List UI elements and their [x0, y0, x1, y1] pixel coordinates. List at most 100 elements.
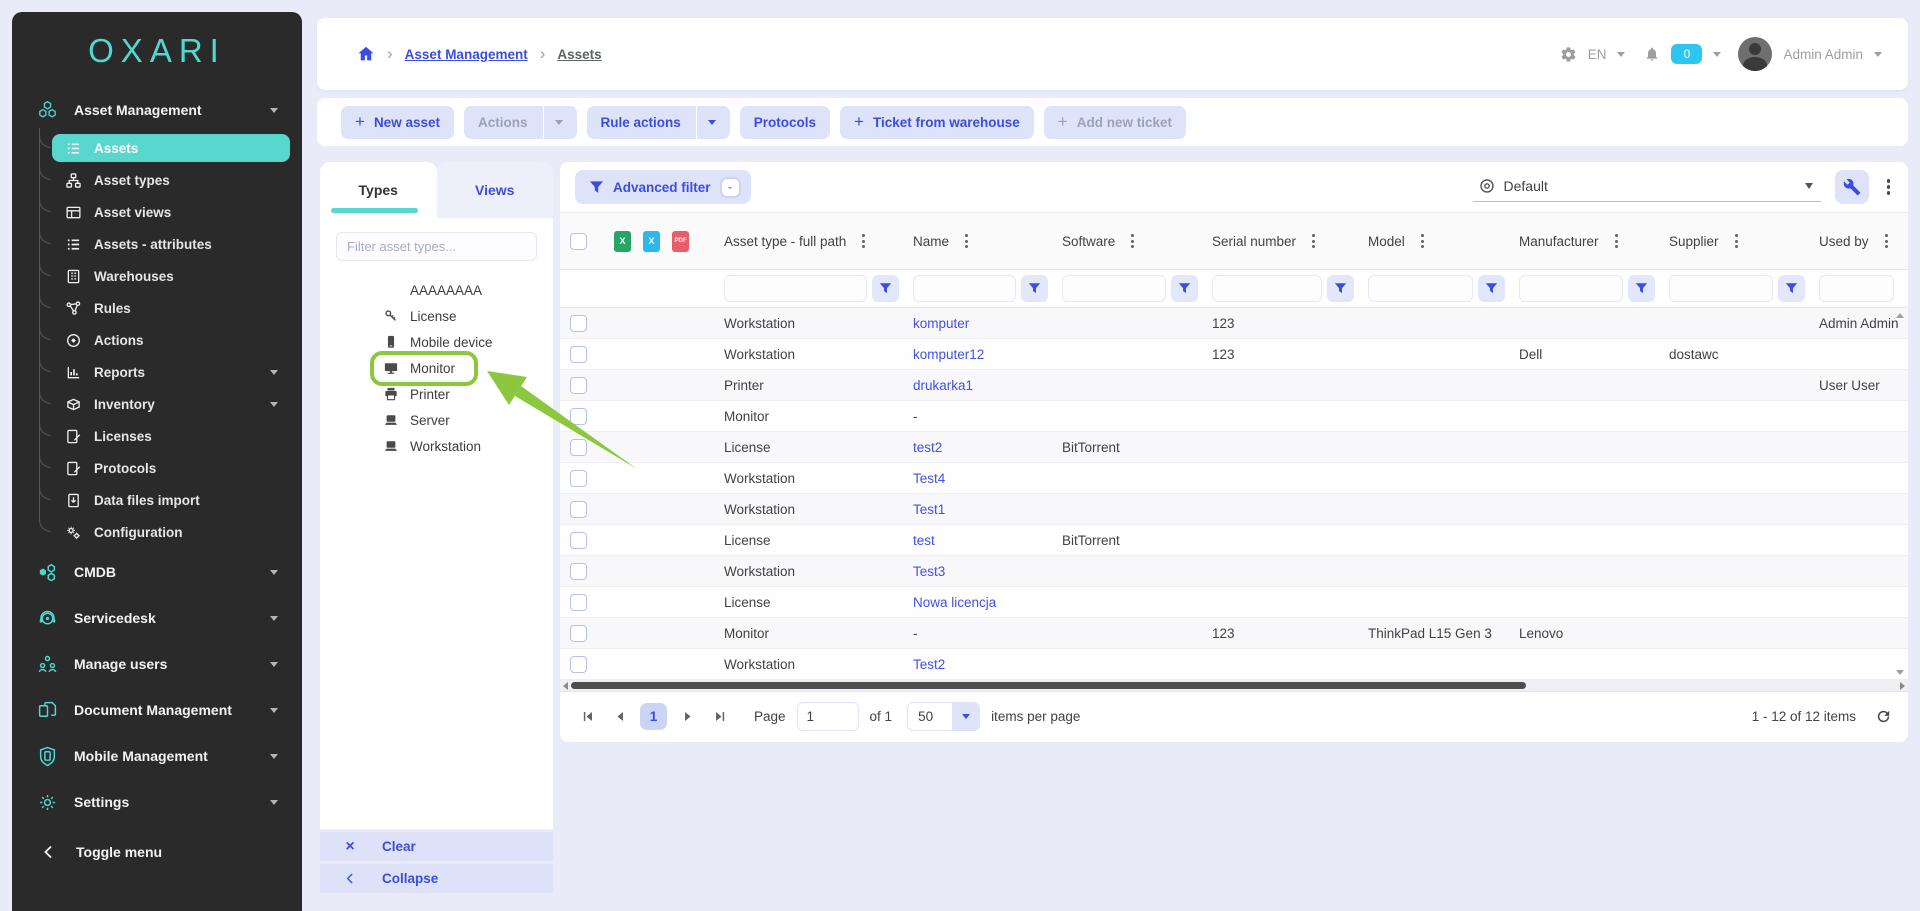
sidebar-item-protocols[interactable]: Protocols	[52, 454, 290, 482]
sidebar-item-configuration[interactable]: Configuration	[52, 518, 290, 546]
breadcrumb-asset-management[interactable]: Asset Management	[405, 47, 528, 62]
column-menu-icon[interactable]	[1417, 230, 1428, 252]
toolbar-button-protocols[interactable]: Protocols	[740, 106, 830, 139]
page-number-input[interactable]	[797, 702, 859, 731]
notifications-bell-icon[interactable]	[1644, 46, 1660, 62]
filter-asset-types-input[interactable]	[336, 232, 537, 261]
sidebar-section-settings[interactable]: Settings	[20, 782, 294, 822]
asset-type-workstation[interactable]: Workstation	[336, 433, 537, 459]
view-selector-dropdown[interactable]: Default	[1473, 173, 1821, 202]
next-page-button[interactable]	[674, 703, 700, 729]
toggle-menu-button[interactable]: Toggle menu	[20, 832, 294, 872]
column-menu-icon[interactable]	[961, 230, 972, 252]
vertical-scrollbar[interactable]	[1895, 313, 1905, 675]
grid-settings-wrench-button[interactable]	[1835, 170, 1869, 204]
column-header-supplier[interactable]: Supplier	[1669, 213, 1819, 269]
user-name[interactable]: Admin Admin	[1783, 47, 1863, 62]
chevron-down-icon[interactable]	[1617, 52, 1625, 57]
advanced-filter-button[interactable]: Advanced filter -	[575, 170, 751, 204]
filter-input-serial-number[interactable]	[1212, 275, 1322, 302]
filter-button-manufacturer[interactable]	[1628, 275, 1655, 302]
settings-gear-icon[interactable]	[1560, 46, 1577, 63]
sidebar-item-reports[interactable]: Reports	[52, 358, 290, 386]
table-row[interactable]: WorkstationTest1	[560, 494, 1908, 525]
scroll-right-arrow[interactable]	[1900, 682, 1905, 690]
filter-input-manufacturer[interactable]	[1519, 275, 1623, 302]
excel-export-icon[interactable]: X	[614, 231, 631, 252]
table-row[interactable]: Monitor-	[560, 401, 1908, 432]
first-page-button[interactable]	[574, 703, 600, 729]
pdf-export-icon[interactable]: PDF	[672, 231, 689, 252]
sidebar-section-mobile-management[interactable]: Mobile Management	[20, 736, 294, 776]
row-checkbox[interactable]	[570, 625, 587, 642]
row-checkbox[interactable]	[570, 346, 587, 363]
chevron-down-icon[interactable]	[1713, 52, 1721, 57]
filter-input-software[interactable]	[1062, 275, 1166, 302]
page-size-select[interactable]: 50	[907, 702, 980, 731]
asset-name-link[interactable]: Test4	[913, 471, 945, 486]
column-menu-icon[interactable]	[1308, 230, 1319, 252]
toolbar-button-actions[interactable]: Actions	[464, 106, 577, 139]
table-row[interactable]: Workstationkomputer123Admin Admin	[560, 308, 1908, 339]
clear-button[interactable]: × Clear	[320, 832, 553, 861]
scroll-left-arrow[interactable]	[563, 682, 568, 690]
prev-page-button[interactable]	[607, 703, 633, 729]
filter-input-supplier[interactable]	[1669, 275, 1773, 302]
row-checkbox[interactable]	[570, 532, 587, 549]
sidebar-item-warehouses[interactable]: Warehouses	[52, 262, 290, 290]
filter-button-model[interactable]	[1478, 275, 1505, 302]
row-checkbox[interactable]	[570, 439, 587, 456]
table-row[interactable]: LicenseNowa licencja	[560, 587, 1908, 618]
table-row[interactable]: Printerdrukarka1User User	[560, 370, 1908, 401]
asset-type-monitor[interactable]: Monitor	[336, 355, 537, 381]
page-1-button[interactable]: 1	[640, 703, 667, 730]
toolbar-button-ticket-from-warehouse[interactable]: + Ticket from warehouse	[840, 106, 1034, 139]
sidebar-section-document-management[interactable]: Document Management	[20, 690, 294, 730]
user-avatar[interactable]	[1738, 37, 1772, 71]
grid-menu-kebab-icon[interactable]	[1883, 175, 1895, 199]
table-row[interactable]: Workstationkomputer12123Delldostawc	[560, 339, 1908, 370]
sidebar-section-asset-management[interactable]: Asset Management	[20, 90, 294, 130]
excel-alt-export-icon[interactable]: X	[643, 231, 660, 252]
sidebar-item-asset-types[interactable]: Asset types	[52, 166, 290, 194]
filter-button-name[interactable]	[1021, 275, 1048, 302]
sidebar-section-servicedesk[interactable]: Servicedesk	[20, 598, 294, 638]
row-checkbox[interactable]	[570, 408, 587, 425]
scroll-down-arrow[interactable]	[1896, 670, 1904, 675]
table-row[interactable]: LicensetestBitTorrent	[560, 525, 1908, 556]
tab-types[interactable]: Types	[320, 162, 437, 218]
asset-name-link[interactable]: Test3	[913, 564, 945, 579]
sidebar-section-manage-users[interactable]: Manage users	[20, 644, 294, 684]
sidebar-section-cmdb[interactable]: CMDB	[20, 552, 294, 592]
asset-type-printer[interactable]: Printer	[336, 381, 537, 407]
column-menu-icon[interactable]	[1881, 230, 1892, 252]
select-all-checkbox[interactable]	[570, 233, 587, 250]
asset-name-link[interactable]: Nowa licencja	[913, 595, 996, 610]
home-icon[interactable]	[357, 45, 375, 63]
asset-name-link[interactable]: drukarka1	[913, 378, 973, 393]
sidebar-item-assets[interactable]: Assets	[52, 134, 290, 162]
horizontal-scrollbar[interactable]	[560, 680, 1908, 692]
refresh-icon[interactable]	[1875, 708, 1892, 725]
row-checkbox[interactable]	[570, 656, 587, 673]
row-checkbox[interactable]	[570, 470, 587, 487]
chevron-down-icon[interactable]	[1874, 52, 1882, 57]
asset-name-link[interactable]: Test2	[913, 657, 945, 672]
sidebar-item-rules[interactable]: Rules	[52, 294, 290, 322]
sidebar-item-inventory[interactable]: Inventory	[52, 390, 290, 418]
table-row[interactable]: Monitor-123ThinkPad L15 Gen 3Lenovo	[560, 618, 1908, 649]
column-header-used-by[interactable]: Used by	[1819, 213, 1908, 269]
asset-type-aaaaaaaa[interactable]: AAAAAAAA	[336, 277, 537, 303]
asset-name-link[interactable]: Test1	[913, 502, 945, 517]
filter-input-used-by[interactable]	[1819, 275, 1894, 302]
asset-name-link[interactable]: komputer	[913, 316, 969, 331]
row-checkbox[interactable]	[570, 377, 587, 394]
toolbar-button-new-asset[interactable]: + New asset	[341, 106, 454, 139]
language-selector[interactable]: EN	[1588, 47, 1607, 62]
asset-name-link[interactable]: komputer12	[913, 347, 984, 362]
breadcrumb-assets[interactable]: Assets	[557, 47, 601, 62]
row-checkbox[interactable]	[570, 594, 587, 611]
sidebar-item-assets-attributes[interactable]: Assets - attributes	[52, 230, 290, 258]
filter-button-software[interactable]	[1171, 275, 1198, 302]
toolbar-button-add-new-ticket[interactable]: + Add new ticket	[1044, 106, 1186, 139]
